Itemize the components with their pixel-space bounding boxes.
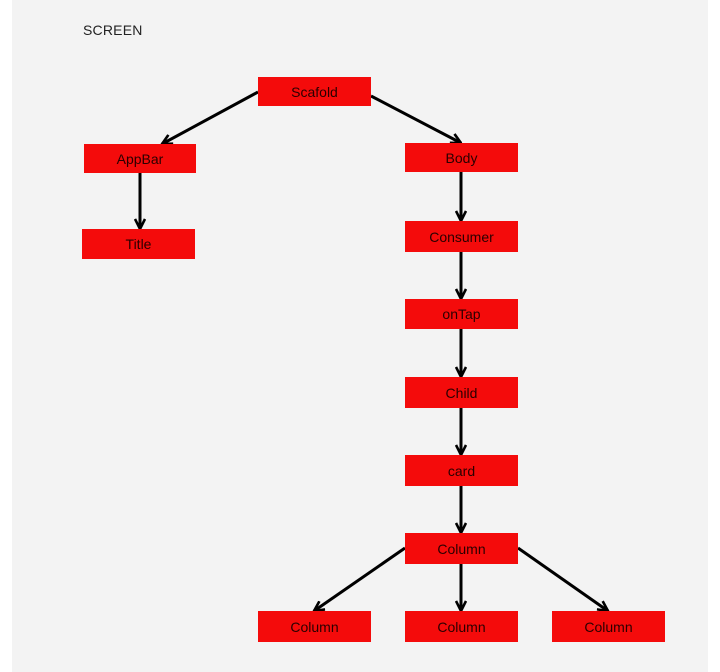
node-column-mid[interactable]: Column (405, 611, 518, 642)
edge-column-to-column-right (517, 546, 608, 611)
node-consumer[interactable]: Consumer (405, 221, 518, 252)
node-appbar[interactable]: AppBar (84, 144, 196, 173)
edge-scaffold-to-body (370, 94, 461, 143)
node-ontap[interactable]: onTap (405, 299, 518, 329)
node-column[interactable]: Column (405, 533, 518, 564)
node-body[interactable]: Body (405, 143, 518, 172)
node-child[interactable]: Child (405, 377, 518, 408)
edge-column-to-column-left (314, 546, 406, 611)
node-title[interactable]: Title (82, 229, 195, 259)
node-column-left[interactable]: Column (258, 611, 371, 642)
node-scaffold[interactable]: Scafold (258, 77, 371, 106)
node-card[interactable]: card (405, 455, 518, 486)
node-column-right[interactable]: Column (552, 611, 665, 642)
edge-scaffold-to-appbar (162, 90, 259, 144)
